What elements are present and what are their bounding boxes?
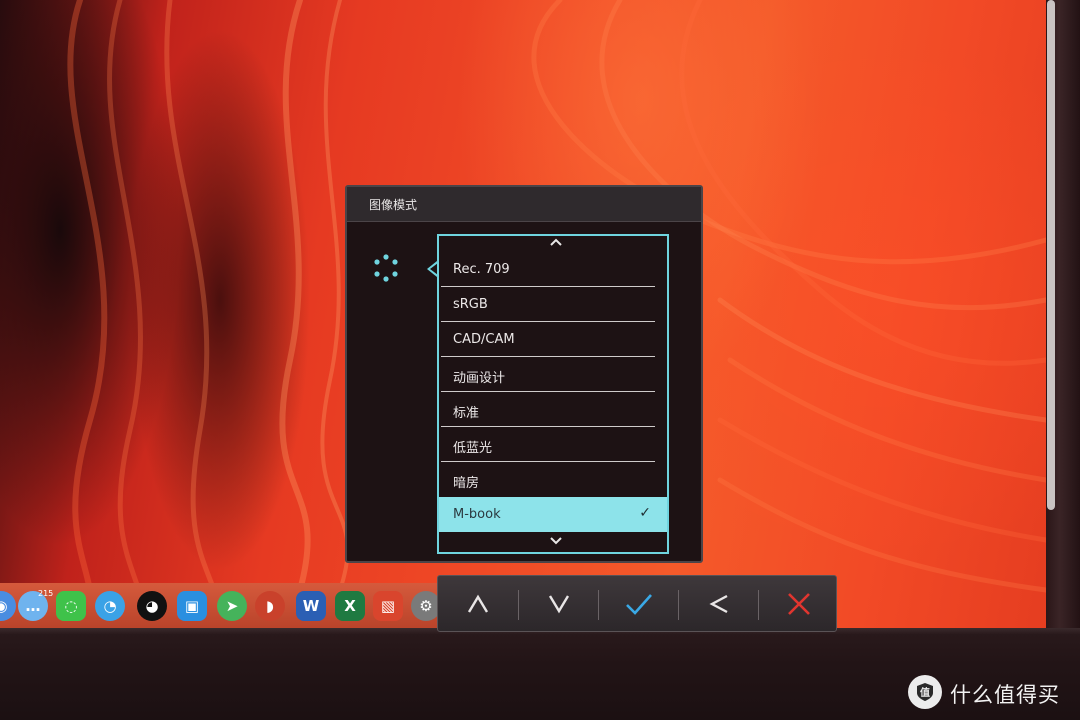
chevron-up-icon[interactable]	[549, 236, 563, 250]
mode-item-standard[interactable]: 标准	[439, 392, 667, 427]
confirm-button[interactable]	[599, 576, 679, 631]
mode-label: M-book	[453, 507, 501, 522]
chevron-up-icon	[467, 594, 489, 613]
notification-badge: 215	[38, 589, 54, 598]
mode-label: CAD/CAM	[453, 332, 515, 347]
osd-panel: 图像模式 Rec. 709 sRGB CAD/CAM 动画设计 标准 低蓝光 暗…	[345, 185, 703, 563]
mode-label: 低蓝光	[453, 441, 493, 456]
mode-item-m-book[interactable]: M-book ✓	[439, 497, 667, 532]
mode-item-cad-cam[interactable]: CAD/CAM	[439, 322, 667, 357]
picture-mode-dots-icon	[374, 254, 398, 282]
mode-label: 标准	[453, 406, 480, 421]
exit-button[interactable]	[759, 576, 839, 631]
picture-mode-list[interactable]: Rec. 709 sRGB CAD/CAM 动画设计 标准 低蓝光 暗房 M-b…	[437, 234, 669, 554]
tencent-app-icon[interactable]: ▣	[177, 591, 207, 621]
down-button[interactable]	[519, 576, 599, 631]
chevron-left-icon	[709, 594, 728, 613]
checkmark-icon	[626, 593, 652, 615]
qq-icon[interactable]: ◕	[137, 591, 167, 621]
watermark-logo: 值	[908, 675, 942, 709]
mode-label: 动画设计	[453, 371, 506, 386]
mode-item-animation[interactable]: 动画设计	[439, 357, 667, 392]
monitor-control-bar	[437, 575, 837, 632]
svg-text:值: 值	[920, 686, 930, 699]
mode-label: 暗房	[453, 476, 480, 491]
watermark-text: 什么值得买	[950, 683, 1060, 707]
browser-dog-icon[interactable]: ◗	[255, 591, 285, 621]
chevron-down-icon[interactable]	[549, 535, 563, 549]
remote-desktop-icon[interactable]: ▧	[373, 591, 403, 621]
mode-item-srgb[interactable]: sRGB	[439, 287, 667, 322]
qq-browser-icon[interactable]: ◔	[95, 591, 125, 621]
osd-title: 图像模式	[369, 198, 418, 212]
chevron-down-icon	[548, 594, 570, 613]
word-icon[interactable]: W	[296, 591, 326, 621]
back-button[interactable]	[679, 576, 759, 631]
wechat-icon[interactable]: ◌	[56, 591, 86, 621]
mode-label: Rec. 709	[453, 262, 510, 277]
mode-item-low-blue-light[interactable]: 低蓝光	[439, 427, 667, 462]
mode-label: sRGB	[453, 297, 488, 312]
checkmark-icon: ✓	[639, 505, 651, 521]
up-button[interactable]	[438, 576, 518, 631]
mode-item-darkroom[interactable]: 暗房	[439, 462, 667, 497]
osd-header: 图像模式	[347, 187, 701, 222]
telegram-icon[interactable]: ➤	[217, 591, 247, 621]
mode-item-rec709[interactable]: Rec. 709	[439, 252, 667, 287]
close-icon	[788, 592, 810, 615]
desktop-scrollbar[interactable]	[1047, 0, 1055, 510]
excel-icon[interactable]: X	[335, 591, 365, 621]
